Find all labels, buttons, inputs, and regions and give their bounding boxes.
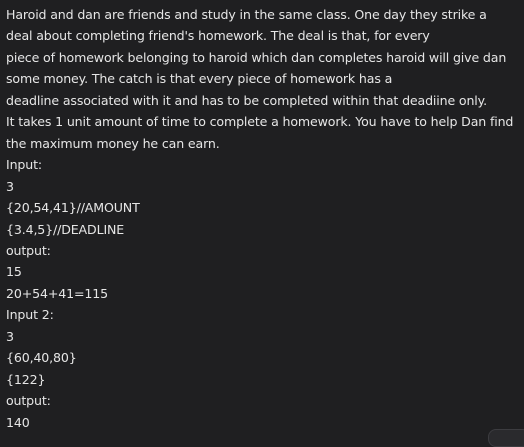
message-line: some money. The catch is that every piec… xyxy=(6,71,393,87)
scroll-to-bottom-button[interactable] xyxy=(488,429,524,447)
message-line: {60,40,80} xyxy=(6,350,77,366)
message-line: piece of homework belonging to haroid wh… xyxy=(6,49,507,65)
message-line: Haroid and dan are friends and study in … xyxy=(6,7,487,22)
message-line: Input 2: xyxy=(6,307,54,323)
message-line: 140 xyxy=(6,414,30,430)
chat-message: Haroid and dan are friends and study in … xyxy=(6,4,520,433)
message-line: Input: xyxy=(6,157,42,173)
message-line: 15 xyxy=(6,264,22,280)
message-line: {122} xyxy=(6,371,46,387)
message-line: deal about completing friend's homework.… xyxy=(6,28,430,44)
message-line: {20,54,41}//AMOUNT xyxy=(6,200,140,216)
message-line: output: xyxy=(6,393,51,409)
message-line: 20+54+41=115 xyxy=(6,285,108,301)
message-line: output: xyxy=(6,242,51,258)
message-line: 3 xyxy=(6,178,14,194)
message-line: {3.4,5}//DEADLINE xyxy=(6,221,125,237)
message-line: It takes 1 unit amount of time to comple… xyxy=(6,114,514,130)
message-line: deadline associated with it and has to b… xyxy=(6,92,487,108)
message-line: the maximum money he can earn. xyxy=(6,135,220,151)
message-line: 3 xyxy=(6,328,14,344)
